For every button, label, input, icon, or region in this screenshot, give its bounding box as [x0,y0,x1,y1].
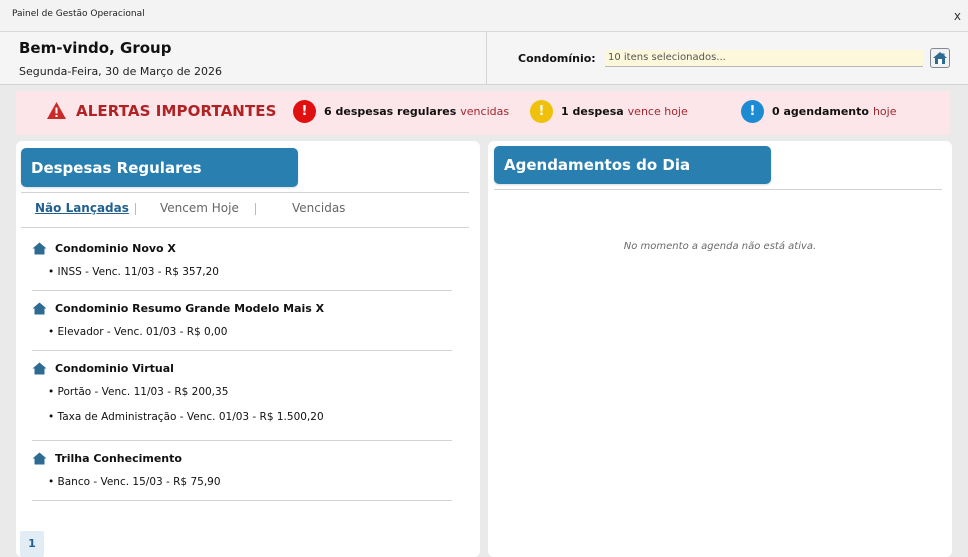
condo-home-button[interactable] [930,48,950,68]
alert-overdue-count: 6 despesas regulares [324,105,457,118]
divider [32,440,452,441]
header: Bem-vindo, Group Segunda-Feira, 30 de Ma… [0,32,968,85]
divider [494,189,942,190]
tab-separator [255,203,256,215]
info-icon: ! [741,100,764,123]
alert-overdue[interactable]: ! 6 despesas regulares vencidas [293,100,509,123]
home-icon [32,242,47,255]
expense-item[interactable]: • Taxa de Administração - Venc. 01/03 - … [48,411,324,423]
warning-circle-icon: ! [530,100,553,123]
alert-schedule-count: 0 agendamento [772,105,869,118]
error-icon: ! [293,100,316,123]
condo-name-label: Condominio Novo X [55,242,176,255]
alert-overdue-status: vencidas [460,105,510,118]
window-titlebar: Painel de Gestão Operacional x [0,0,968,32]
expense-item[interactable]: • Elevador - Venc. 01/03 - R$ 0,00 [48,326,227,338]
current-date: Segunda-Feira, 30 de Março de 2026 [19,65,222,78]
alert-schedule[interactable]: ! 0 agendamento hoje [741,100,896,123]
schedule-panel-title: Agendamentos do Dia [494,146,771,184]
home-icon [32,302,47,315]
condo-name[interactable]: Condominio Resumo Grande Modelo Mais X [32,302,324,315]
expense-item[interactable]: • INSS - Venc. 11/03 - R$ 357,20 [48,266,219,278]
schedule-empty-message: No momento a agenda não está ativa. [623,241,817,252]
schedule-panel: Agendamentos do Dia No momento a agenda … [488,141,952,557]
divider [32,290,452,291]
alerts-title-label: ALERTAS IMPORTANTES [76,101,277,120]
condo-name[interactable]: Trilha Conhecimento [32,452,182,465]
welcome-text: Bem-vindo, Group [19,39,172,57]
alert-due-today-status: vence hoje [627,105,688,118]
tab-nao-lancadas[interactable]: Não Lançadas [35,201,129,215]
window-title: Painel de Gestão Operacional [12,9,145,19]
alert-schedule-status: hoje [872,105,897,118]
tab-vencidas[interactable]: Vencidas [292,201,345,215]
close-button[interactable]: x [954,9,961,23]
condo-name[interactable]: Condominio Virtual [32,362,174,375]
alert-due-today-count: 1 despesa [561,105,624,118]
alerts-bar: ALERTAS IMPORTANTES ! 6 despesas regular… [16,91,950,135]
home-icon [32,362,47,375]
pagination-page-1[interactable]: 1 [20,531,44,557]
expense-item[interactable]: • Portão - Venc. 11/03 - R$ 200,35 [48,386,228,398]
home-icon [933,52,947,64]
divider [32,500,452,501]
divider [32,350,452,351]
condo-label: Condomínio: [518,52,596,65]
tab-separator [135,203,136,215]
condo-name-label: Condominio Virtual [55,362,174,375]
expenses-panel-title: Despesas Regulares [21,148,298,187]
condo-name-label: Condominio Resumo Grande Modelo Mais X [55,302,325,315]
tab-vencem-hoje[interactable]: Vencem Hoje [160,201,239,215]
condo-name-label: Trilha Conhecimento [55,452,182,465]
warning-icon [47,102,66,119]
condo-select[interactable]: 10 itens selecionados... [605,50,923,67]
condo-name[interactable]: Condominio Novo X [32,242,176,255]
header-divider [486,32,487,85]
home-icon [32,452,47,465]
expense-item[interactable]: • Banco - Venc. 15/03 - R$ 75,90 [48,476,221,488]
alert-due-today[interactable]: ! 1 despesa vence hoje [530,100,688,123]
expenses-panel: Despesas Regulares Não Lançadas Vencem H… [16,141,480,557]
divider [21,192,469,193]
alerts-title: ALERTAS IMPORTANTES [46,101,277,120]
divider [21,227,469,228]
